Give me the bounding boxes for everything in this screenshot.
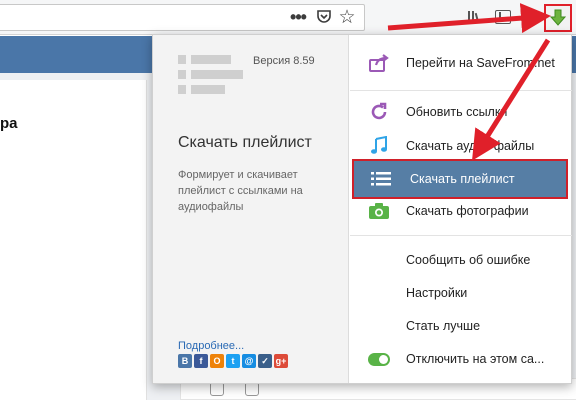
page-actions-menu-icon[interactable]: •••	[288, 8, 308, 26]
library-icon[interactable]	[466, 9, 484, 25]
menu-item-disable-on-site[interactable]: Отключить на этом са...	[350, 341, 572, 377]
menu-item-improve[interactable]: Стать лучше	[350, 308, 572, 344]
popup-info-panel: Версия 8.59 Скачать плейлист Формирует и…	[153, 35, 349, 383]
menu-item-download-photos[interactable]: Скачать фотографии	[350, 193, 572, 229]
feature-description: Формирует и скачивает плейлист с ссылкам…	[178, 169, 303, 213]
page-text-fragment: ра	[0, 115, 18, 132]
google-plus-share-icon[interactable]: g+	[274, 354, 288, 368]
savefrom-popup: Версия 8.59 Скачать плейлист Формирует и…	[152, 34, 572, 384]
share-arrow-icon	[368, 52, 390, 74]
menu-item-report-error[interactable]: Сообщить об ошибке	[350, 242, 572, 278]
menu-item-label: Настройки	[406, 286, 468, 300]
twitter-share-icon[interactable]: t	[226, 354, 240, 368]
livejournal-share-icon[interactable]: ✓	[258, 354, 272, 368]
browser-toolbar: ••• ☆	[0, 0, 576, 35]
savefrom-extension-button[interactable]	[544, 4, 572, 32]
notification-dot	[527, 14, 535, 22]
toggle-on-icon	[368, 352, 390, 366]
logo-placeholder	[178, 55, 186, 64]
menu-item-label: Скачать фотографии	[406, 204, 529, 218]
logo-placeholder	[191, 70, 243, 79]
menu-item-label: Отключить на этом са...	[406, 352, 545, 366]
logo-placeholder	[178, 85, 186, 94]
menu-item-label: Скачать аудио файлы	[406, 139, 535, 153]
vk-share-icon[interactable]: B	[178, 354, 192, 368]
menu-item-refresh-links[interactable]: Обновить ссылки	[350, 94, 572, 130]
address-bar[interactable]	[0, 4, 365, 31]
menu-item-goto-savefrom[interactable]: Перейти на SaveFrom.net	[350, 45, 572, 81]
menu-item-label: Сообщить об ошибке	[406, 253, 531, 267]
logo-placeholder	[178, 70, 186, 79]
logo-placeholder	[191, 55, 231, 64]
sidebar-toggle-icon[interactable]	[495, 10, 511, 24]
page-checkbox[interactable]	[210, 382, 224, 396]
bookmark-star-icon[interactable]: ☆	[338, 7, 356, 28]
logo-placeholder	[191, 85, 225, 94]
refresh-icon	[368, 101, 390, 123]
social-share-bar: B f О t @ ✓ g+	[178, 354, 288, 368]
toggle-switch[interactable]	[368, 348, 390, 370]
menu-item-label: Скачать плейлист	[410, 172, 515, 186]
mailru-share-icon[interactable]: @	[242, 354, 256, 368]
menu-item-label: Стать лучше	[406, 319, 481, 333]
music-note-icon	[368, 135, 390, 157]
savefrom-download-icon	[550, 9, 566, 26]
menu-item-settings[interactable]: Настройки	[350, 275, 572, 311]
list-icon	[370, 168, 392, 190]
menu-divider	[350, 90, 572, 91]
page-checkbox[interactable]	[245, 382, 259, 396]
camera-icon	[368, 200, 390, 222]
facebook-share-icon[interactable]: f	[194, 354, 208, 368]
more-info-link[interactable]: Подробнее...	[178, 340, 244, 352]
version-label: Версия 8.59	[253, 55, 315, 67]
popup-menu: Перейти на SaveFrom.net Обновить ссылки …	[350, 35, 572, 383]
menu-item-label: Обновить ссылки	[406, 105, 508, 119]
menu-item-label: Перейти на SaveFrom.net	[406, 56, 555, 70]
page-content-card	[0, 80, 147, 400]
feature-title: Скачать плейлист	[178, 134, 312, 151]
odnoklassniki-share-icon[interactable]: О	[210, 354, 224, 368]
menu-divider	[350, 235, 572, 236]
pocket-icon[interactable]	[315, 8, 333, 26]
